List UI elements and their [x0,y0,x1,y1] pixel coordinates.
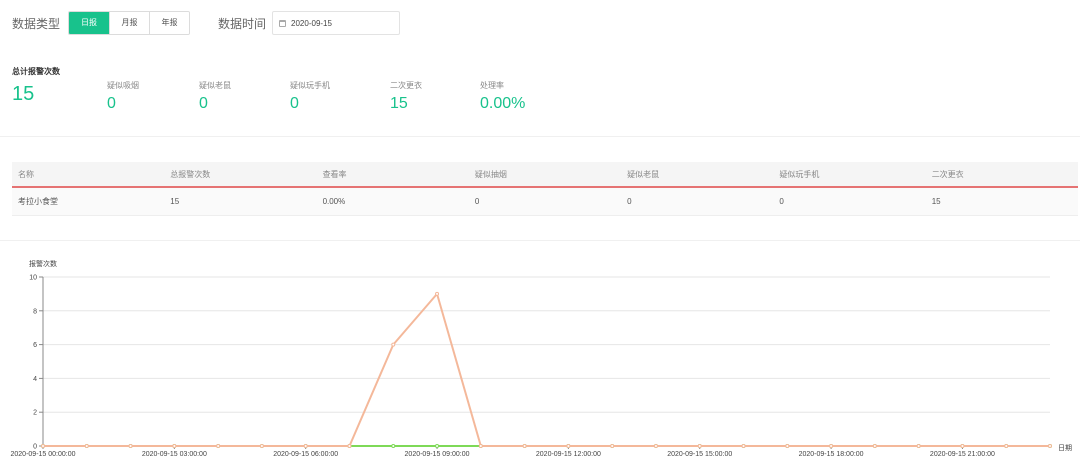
y-tick-label: 6 [33,342,37,349]
x-tick-label: 2020-09-15 15:00:00 [667,451,732,458]
y-tick-label: 8 [33,308,37,315]
column-header: 名称 [18,169,34,179]
data-point [960,444,965,448]
data-point [872,444,877,448]
stat-label: 二次更衣 [390,81,422,90]
divider [0,136,1080,137]
period-monthly-button[interactable]: 月报 [109,12,150,34]
stat-value: 0.00% [480,95,526,112]
x-tick-label: 2020-09-15 18:00:00 [799,451,864,458]
filter-bar: 数据类型 日报 月报 年报 数据时间 2020-09-15 [12,11,401,35]
column-header: 查看率 [322,169,347,179]
stat-mouse: 疑似老鼠 0 [199,80,231,113]
series-line [43,291,1050,447]
chart-plot: 0 2 4 6 8 10 2020-09-15 00:00:00 2020-09-15 03:… [11,275,1052,458]
y-tick-label: 10 [29,275,37,282]
stat-label: 疑似吸烟 [107,81,139,90]
period-yearly-button[interactable]: 年报 [149,12,190,34]
stats-summary: 总计报警次数 15 疑似吸烟 0 疑似老鼠 0 疑似玩手机 0 二次更衣 15 … [12,66,612,116]
x-tick-label: 2020-09-15 09:00:00 [405,451,470,458]
y-tick-label: 2 [33,410,37,417]
calendar-icon [279,19,287,27]
stat-label: 处理率 [480,81,504,90]
data-point [128,444,133,448]
stat-phone: 疑似玩手机 0 [290,80,330,113]
stat-value: 0 [107,95,116,112]
date-picker-input[interactable]: 2020-09-15 [272,11,401,35]
stat-handling-rate: 处理率 0.00% [480,80,525,113]
x-tick-label: 2020-09-15 12:00:00 [536,451,601,458]
data-point [697,444,702,448]
data-time-label: 数据时间 [218,16,267,31]
y-tick-label: 0 [33,444,37,451]
data-point [391,444,396,448]
table-cell: 0.00% [322,197,346,206]
divider [0,240,1080,241]
alarm-table: 名称 总报警次数 查看率 疑似抽烟 疑似老鼠 疑似玩手机 二次更衣 考拉小食堂 … [12,162,1078,216]
data-point [610,444,615,448]
data-point [653,444,658,448]
table-cell: 15 [931,197,941,206]
table-cell: 0 [627,197,632,206]
table-cell: 考拉小食堂 [18,197,58,206]
table-cell: 15 [170,197,180,206]
data-point [566,444,571,448]
data-point [522,444,527,448]
table-cell: 0 [474,197,480,206]
data-point [785,444,790,448]
data-point [435,291,440,296]
data-point [347,444,352,448]
data-point [916,444,921,448]
stat-label: 疑似玩手机 [290,81,330,90]
x-tick-label: 2020-09-15 21:00:00 [930,451,995,458]
period-segmented-control: 日报 月报 年报 [68,11,191,35]
data-point [172,444,177,448]
y-tick-label: 4 [33,376,37,383]
stat-value: 0 [199,95,208,112]
table-header: 名称 总报警次数 查看率 疑似抽烟 疑似老鼠 疑似玩手机 二次更衣 [12,162,1078,188]
data-point [84,444,89,448]
data-point [303,444,308,448]
data-point [216,444,221,448]
column-header: 疑似老鼠 [627,169,660,179]
table-row[interactable]: 考拉小食堂 15 0.00% 0 0 0 15 [12,188,1078,216]
stat-total-label: 总计报警次数 [12,67,60,76]
column-header: 总报警次数 [170,169,211,179]
x-tick-label: 2020-09-15 00:00:00 [11,451,76,458]
stat-smoking: 疑似吸烟 0 [107,80,139,113]
date-value: 2020-09-15 [291,18,332,28]
stat-change-clothes: 二次更衣 15 [390,80,422,113]
period-daily-button[interactable]: 日报 [69,12,110,34]
data-point [741,444,746,448]
x-tick-label: 2020-09-15 03:00:00 [142,451,207,458]
data-point [435,444,440,448]
stat-value: 0 [290,95,299,112]
stat-total-value: 15 [12,83,35,105]
alarm-trend-chart: 报警次数 日期 0 2 4 6 8 10 2020-09-15 00:00:00 2020-0… [0,252,1080,464]
column-header: 疑似玩手机 [779,169,820,179]
data-point [478,444,483,448]
x-tick-label: 2020-09-15 06:00:00 [273,451,338,458]
stat-total: 总计报警次数 15 [12,66,60,106]
table-cell: 0 [779,197,784,206]
data-point [1004,444,1009,448]
column-header: 二次更衣 [931,169,964,179]
stat-label: 疑似老鼠 [199,81,231,90]
data-point [1048,444,1052,448]
data-point [259,444,264,448]
data-type-label: 数据类型 [12,16,61,31]
data-point [391,342,396,347]
stat-value: 15 [390,95,408,112]
column-header: 疑似抽烟 [474,169,507,179]
data-point [829,444,834,448]
data-point [41,444,45,448]
